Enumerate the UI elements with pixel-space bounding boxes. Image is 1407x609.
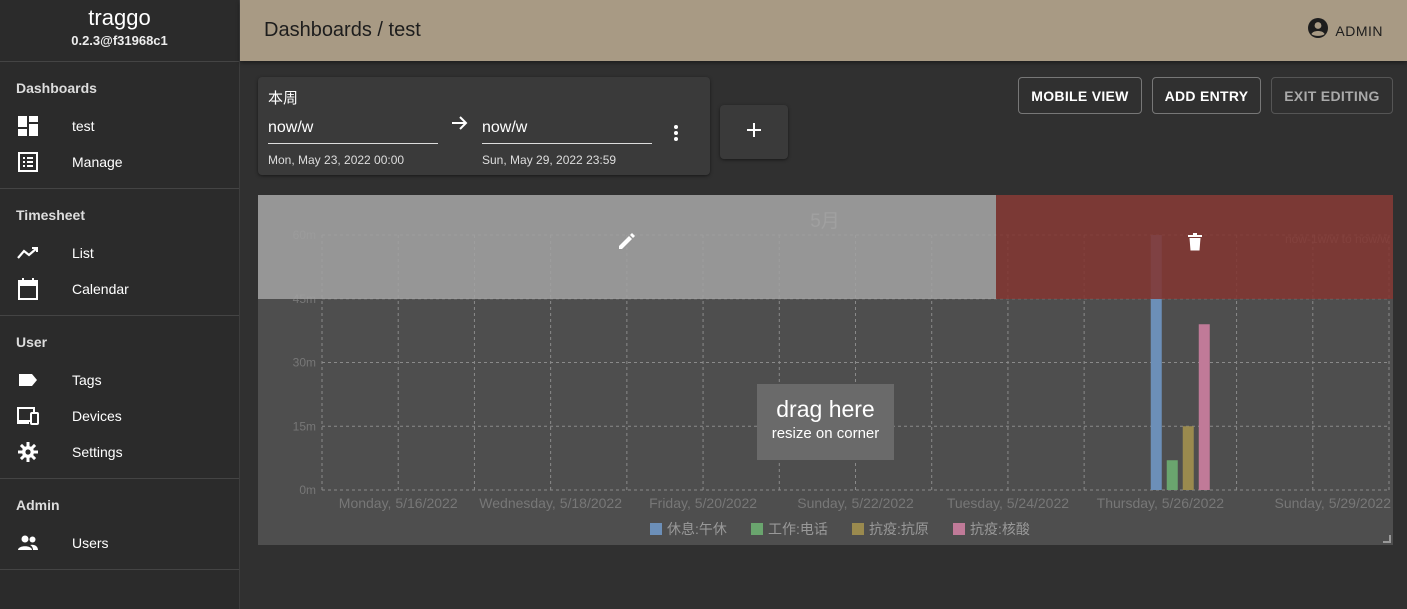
app-name: traggo — [88, 5, 151, 30]
gear-icon — [16, 440, 40, 464]
sidebar-section-admin: Admin Users — [0, 479, 239, 570]
sidebar-item-label: Settings — [72, 444, 123, 460]
x-tick-label: Wednesday, 5/18/2022 — [479, 495, 622, 511]
range-from-input[interactable]: now/w — [268, 117, 438, 144]
more-vert-icon[interactable] — [666, 121, 686, 145]
x-tick-label: Sunday, 5/29/2022 — [1274, 495, 1391, 511]
sidebar-item-label: Tags — [72, 372, 102, 388]
y-tick-label: 15m — [293, 419, 316, 433]
edit-entry-zone[interactable] — [258, 195, 996, 299]
range-to-resolved: Sun, May 29, 2022 23:59 — [482, 153, 617, 167]
x-tick-label: Monday, 5/16/2022 — [339, 495, 458, 511]
x-tick-label: Sunday, 5/22/2022 — [797, 495, 914, 511]
trash-icon — [1187, 233, 1202, 256]
add-entry-button[interactable]: ADD ENTRY — [1152, 77, 1261, 114]
sidebar-item-label: Manage — [72, 154, 123, 170]
bar — [1182, 426, 1194, 490]
tag-icon — [16, 368, 40, 392]
legend-swatch — [751, 523, 763, 535]
sidebar-item-calendar[interactable]: Calendar — [0, 271, 239, 307]
legend-label: 抗疫:抗原 — [869, 521, 929, 537]
section-title: Dashboards — [16, 80, 97, 96]
exit-editing-button[interactable]: EXIT EDITING — [1271, 77, 1393, 114]
sidebar-item-label: List — [72, 245, 94, 261]
sidebar-section-user: User Tags Devices Settings — [0, 316, 239, 479]
mobile-view-button[interactable]: MOBILE VIEW — [1018, 77, 1142, 114]
range-to-input[interactable]: now/w — [482, 117, 652, 144]
legend-label: 抗疫:核酸 — [970, 521, 1030, 537]
legend-swatch — [852, 523, 864, 535]
sidebar-item-label: test — [72, 118, 95, 134]
sidebar-item-settings[interactable]: Settings — [0, 434, 239, 470]
sidebar-item-devices[interactable]: Devices — [0, 398, 239, 434]
x-tick-label: Thursday, 5/26/2022 — [1097, 495, 1225, 511]
y-tick-label: 30m — [293, 356, 316, 370]
bar — [1198, 324, 1210, 490]
page-title: Dashboards / test — [264, 19, 421, 41]
legend-swatch — [650, 523, 662, 535]
sidebar-item-test[interactable]: test — [0, 108, 239, 144]
dashboard-entry-chart: 0m15m30m45m60mMonday, 5/16/2022Wednesday… — [258, 195, 1393, 545]
calendar-icon — [16, 277, 40, 301]
brand: traggo 0.2.3@f31968c1 — [0, 0, 239, 62]
app-version: 0.2.3@f31968c1 — [71, 33, 168, 48]
pencil-icon — [617, 233, 637, 256]
plus-icon — [746, 122, 762, 143]
range-picker-card: 本周 now/w Mon, May 23, 2022 00:00 now/w S… — [258, 77, 710, 175]
sidebar-item-label: Devices — [72, 408, 122, 424]
section-title: Admin — [16, 497, 60, 513]
sidebar-section-dashboards: Dashboards test Manage — [0, 62, 239, 189]
range-from-resolved: Mon, May 23, 2022 00:00 — [268, 153, 405, 167]
x-tick-label: Friday, 5/20/2022 — [649, 495, 757, 511]
legend-label: 工作:电话 — [768, 521, 828, 537]
user-menu-button[interactable]: ADMIN — [1307, 17, 1383, 44]
sidebar: traggo 0.2.3@f31968c1 Dashboards test Ma… — [0, 0, 240, 609]
dashboard-icon — [16, 114, 40, 138]
y-tick-label: 0m — [299, 483, 316, 497]
x-tick-label: Tuesday, 5/24/2022 — [947, 495, 1069, 511]
drag-handle[interactable]: drag here resize on corner — [757, 384, 894, 460]
trending-icon — [16, 241, 40, 265]
account-circle-icon — [1307, 17, 1329, 44]
devices-icon — [16, 404, 40, 428]
resize-handle[interactable] — [1383, 535, 1391, 543]
section-title: Timesheet — [16, 207, 85, 223]
add-range-button[interactable] — [720, 105, 788, 159]
list-icon — [16, 150, 40, 174]
sidebar-section-timesheet: Timesheet List Calendar — [0, 189, 239, 316]
app-header: Dashboards / test ADMIN — [240, 0, 1407, 61]
section-title: User — [16, 334, 48, 350]
sidebar-item-users[interactable]: Users — [0, 525, 239, 561]
sidebar-item-label: Calendar — [72, 281, 129, 297]
user-name: ADMIN — [1335, 22, 1383, 39]
sidebar-item-manage[interactable]: Manage — [0, 144, 239, 180]
drag-handle-title: drag here — [776, 396, 875, 422]
sidebar-item-tags[interactable]: Tags — [0, 362, 239, 398]
bar — [1166, 460, 1178, 490]
sidebar-item-list[interactable]: List — [0, 235, 239, 271]
sidebar-item-label: Users — [72, 535, 109, 551]
legend-label: 休息:午休 — [667, 521, 727, 537]
arrow-right-icon — [450, 113, 470, 138]
drag-handle-hint: resize on corner — [771, 425, 880, 442]
legend-swatch — [953, 523, 965, 535]
users-icon — [16, 531, 40, 555]
delete-entry-zone[interactable] — [996, 195, 1393, 299]
range-name: 本周 — [268, 90, 299, 107]
